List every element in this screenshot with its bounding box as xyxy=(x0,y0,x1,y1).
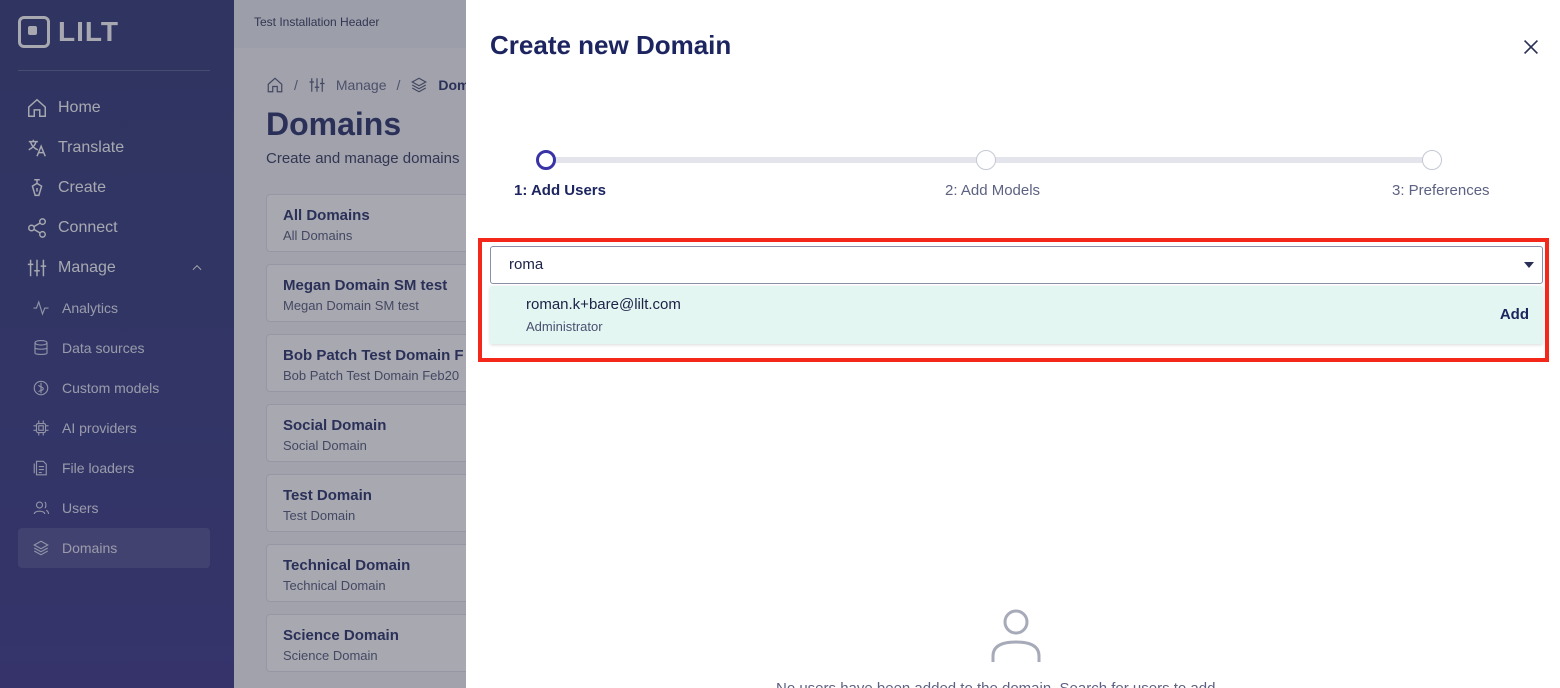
user-option-role: Administrator xyxy=(526,319,603,334)
drawer-title: Create new Domain xyxy=(490,30,732,60)
close-button[interactable] xyxy=(1520,36,1542,58)
close-icon xyxy=(1523,39,1539,55)
empty-state-text: No users have been added to the domain. … xyxy=(776,680,1220,688)
step-3-indicator xyxy=(1422,150,1442,170)
step-2-label: 2: Add Models xyxy=(945,182,1041,199)
user-search-input[interactable] xyxy=(509,256,1489,273)
add-user-button[interactable]: Add xyxy=(1500,306,1529,323)
step-2-indicator xyxy=(976,150,996,170)
user-option[interactable]: roman.k+bare@lilt.com Administrator Add xyxy=(490,286,1543,344)
create-domain-drawer: Create new Domain 1: Add Users 2: Add Mo… xyxy=(466,0,1560,688)
step-3-label: 3: Preferences xyxy=(1392,182,1490,199)
user-search-combobox[interactable] xyxy=(490,246,1543,284)
step-1-label: 1: Add Users xyxy=(514,182,606,199)
user-option-email: roman.k+bare@lilt.com xyxy=(526,296,681,313)
caret-down-icon[interactable] xyxy=(1524,262,1534,268)
user-placeholder-icon xyxy=(990,606,1042,664)
step-1-indicator xyxy=(536,150,556,170)
